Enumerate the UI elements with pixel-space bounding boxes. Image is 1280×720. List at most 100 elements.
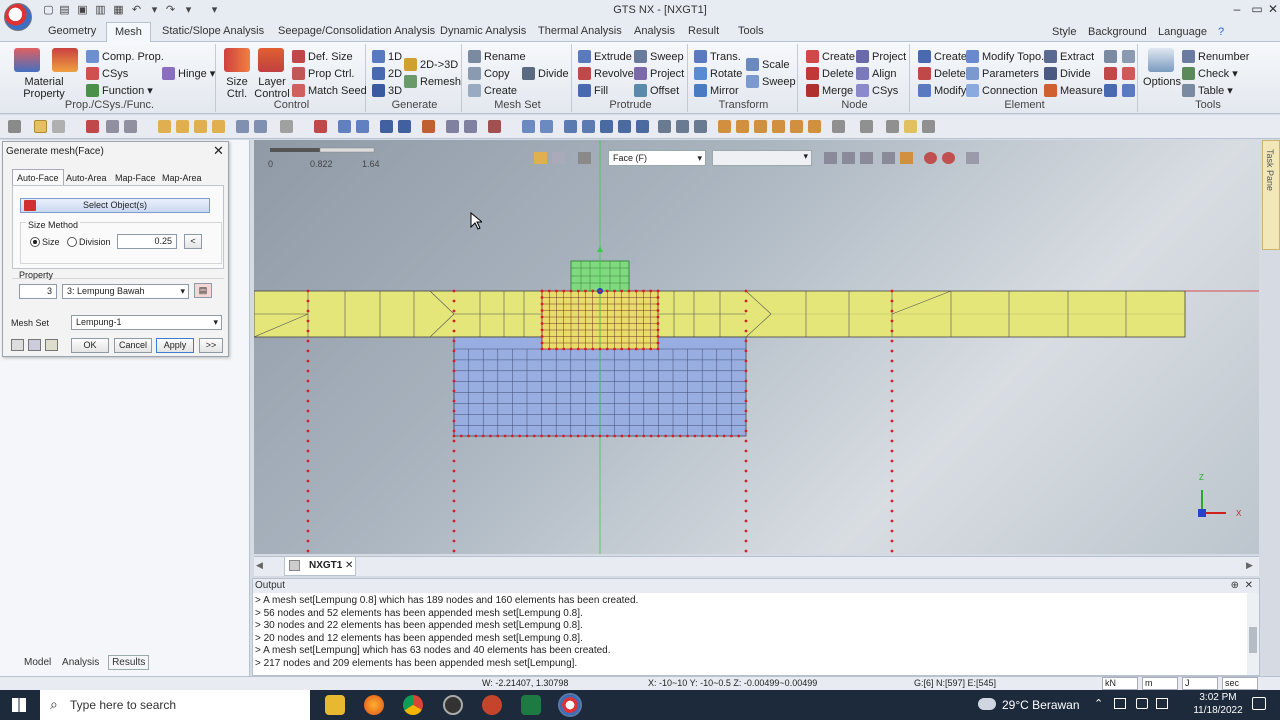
file-explorer-icon[interactable] [325,695,345,715]
select-objects-button[interactable]: Select Object(s) [20,198,210,213]
view-select2-icon[interactable] [552,152,565,164]
pan-icon[interactable] [636,120,649,133]
undo-list-icon[interactable]: ▾ [148,4,161,17]
match-seed-button[interactable]: Match Seed [292,84,367,97]
view2-icon[interactable] [356,120,369,133]
help-icon[interactable]: ? [1218,26,1224,38]
tab-mesh[interactable]: Mesh [106,22,151,43]
gts-nx-icon[interactable] [558,693,582,717]
node-tool2-icon[interactable] [398,120,411,133]
zoom-icon[interactable] [522,120,535,133]
scroll-right-icon[interactable]: ▶ [1246,560,1253,571]
energy-unit-select[interactable]: J [1182,677,1218,690]
mesh-set-select[interactable]: Lempung-1 ▾ [71,315,222,330]
node-csys-button[interactable]: CSys [856,84,898,97]
tab-map-area[interactable]: Map-Area [162,173,202,183]
tab-tools[interactable]: Tools [738,25,764,37]
tool-x-icon[interactable] [446,120,459,133]
show-icon[interactable] [900,152,913,164]
division-radio[interactable] [67,237,77,247]
generate-2d-to-3d-button[interactable]: 2D->3D [404,58,458,71]
scroll-left-icon[interactable]: ◀ [256,560,263,571]
obs-icon[interactable] [443,695,463,715]
tab-seepage-consolidation[interactable]: Seepage/Consolidation Analysis [278,25,435,37]
snap-icon[interactable] [106,120,119,133]
fit-icon[interactable] [658,120,671,133]
tab-analysis[interactable]: Analysis [634,25,675,37]
pick3-icon[interactable] [860,152,873,164]
view-right-icon[interactable] [772,120,785,133]
tab-dynamic-analysis[interactable]: Dynamic Analysis [440,25,526,37]
snap2-icon[interactable] [124,120,137,133]
zoom-in-icon[interactable] [564,120,577,133]
open-folder-icon[interactable]: ▤ [58,4,71,17]
revolve-button[interactable]: Revolve [578,67,634,80]
length-unit-select[interactable]: m [1142,677,1178,690]
generate-2d-button[interactable]: 2D [372,67,402,80]
redo-icon[interactable]: ↷ [164,4,177,17]
pin-icon[interactable] [966,152,979,164]
filter-icon[interactable] [86,120,99,133]
renumber-button[interactable]: Renumber [1182,50,1249,63]
hide-icon[interactable] [882,152,895,164]
background-menu[interactable]: Background [1088,26,1147,38]
tab-static-slope-analysis[interactable]: Static/Slope Analysis [162,25,264,37]
new-file-icon[interactable]: ▢ [42,4,55,17]
measure-tool-icon[interactable] [488,120,501,133]
tab-geometry[interactable]: Geometry [48,25,96,37]
clock-date[interactable]: 11/18/2022 [1188,705,1248,716]
chrome-icon[interactable] [403,695,423,715]
rotate-button[interactable]: Rotate [694,67,742,80]
tab-nxgt1[interactable]: NXGT1 ✕ [284,557,356,576]
node-align-button[interactable]: Align [856,67,896,80]
wifi-icon[interactable] [1136,698,1148,709]
generate-3d-button[interactable]: 3D [372,84,402,97]
select-tool-icon[interactable] [8,120,21,133]
windows-start-icon[interactable] [12,698,26,712]
divide-mesh-set-button[interactable]: Divide [522,67,569,80]
remesh-button[interactable]: Remesh [404,75,461,88]
mirror-button[interactable]: Mirror [694,84,739,97]
grid2-icon[interactable] [176,120,189,133]
filter-tool-icon[interactable] [578,152,591,164]
view-back-icon[interactable] [736,120,749,133]
check-button[interactable]: Check ▾ [1182,67,1238,80]
rotate-view-icon[interactable] [600,120,613,133]
node-create-button[interactable]: Create [806,50,855,63]
notifications-icon[interactable] [1252,697,1266,710]
task-pane-tab[interactable]: Task Pane [1262,140,1280,250]
language-menu[interactable]: Language [1158,26,1207,38]
rotate-view2-icon[interactable] [618,120,631,133]
element-divide-button[interactable]: Divide [1044,67,1091,80]
tray-chevron-icon[interactable]: ⌃ [1094,697,1103,710]
size-radio[interactable] [30,237,40,247]
connection-button[interactable]: Connection [966,84,1038,97]
open-icon[interactable]: ▥ [94,4,107,17]
taskbar-search-box[interactable]: ⌕ Type here to search [40,690,310,720]
selection-filter-select[interactable]: Face (F) ▾ [608,150,706,166]
force-unit-select[interactable]: kN [1102,677,1138,690]
network-icon[interactable] [1114,698,1126,709]
preview2-icon[interactable] [28,339,41,351]
zoom-window-icon[interactable] [540,120,553,133]
grid4-icon[interactable] [212,120,225,133]
save-icon[interactable]: ▣ [76,4,89,17]
generate-1d-button[interactable]: 1D [372,50,402,63]
shade-on-icon[interactable] [904,120,917,133]
preview-icon[interactable] [11,339,24,351]
apply-button[interactable]: Apply [156,338,194,353]
excel-icon[interactable] [521,695,541,715]
tool-c-icon[interactable] [1104,67,1117,80]
function-button[interactable]: Function ▾ [86,84,153,97]
query-icon[interactable] [422,120,435,133]
node-delete-button[interactable]: Delete [806,67,854,80]
hinge-button[interactable]: Hinge ▾ [162,67,215,80]
close-tab-icon[interactable]: ✕ [345,560,353,571]
customize-qa-icon[interactable]: ▾ [208,4,221,17]
more-button[interactable]: >> [199,338,223,353]
element-modify-button[interactable]: Modify [918,84,966,97]
shade-icon[interactable] [886,120,899,133]
fit3-icon[interactable] [694,120,707,133]
view-icon[interactable] [338,120,351,133]
ok-button[interactable]: OK [71,338,109,353]
